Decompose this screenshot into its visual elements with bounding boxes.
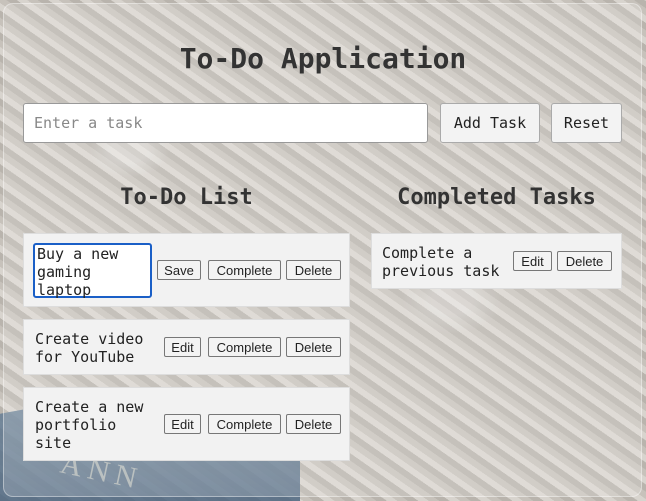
delete-button[interactable]: Delete xyxy=(286,337,341,357)
delete-button[interactable]: Delete xyxy=(286,260,341,280)
complete-button[interactable]: Complete xyxy=(208,414,281,434)
completed-item-text: Complete a previous task xyxy=(382,244,500,280)
todo-item-text: Create a new portfolio site xyxy=(35,398,144,452)
todo-item: Create video for YouTube Edit Complete D… xyxy=(23,319,350,375)
completed-item: Complete a previous task Edit Delete xyxy=(371,233,622,289)
reset-button[interactable]: Reset xyxy=(551,103,622,143)
todo-edit-field[interactable]: Buy a new gaming laptop xyxy=(33,243,152,299)
edit-button[interactable]: Edit xyxy=(513,251,552,271)
complete-button[interactable]: Complete xyxy=(208,260,281,280)
save-button[interactable]: Save xyxy=(157,260,201,280)
edit-button[interactable]: Edit xyxy=(164,414,201,434)
add-task-button[interactable]: Add Task xyxy=(440,103,540,143)
page-title: To-Do Application xyxy=(179,42,467,75)
todo-list-heading: To-Do List xyxy=(120,185,253,210)
edit-button[interactable]: Edit xyxy=(164,337,201,357)
todo-item-text: Create video for YouTube xyxy=(35,330,144,366)
delete-button[interactable]: Delete xyxy=(286,414,341,434)
todo-item: Buy a new gaming laptop Save Complete De… xyxy=(23,233,350,307)
task-input[interactable] xyxy=(23,103,428,143)
delete-button[interactable]: Delete xyxy=(557,251,612,271)
complete-button[interactable]: Complete xyxy=(208,337,281,357)
todo-item: Create a new portfolio site Edit Complet… xyxy=(23,387,350,461)
completed-tasks-heading: Completed Tasks xyxy=(397,185,596,210)
